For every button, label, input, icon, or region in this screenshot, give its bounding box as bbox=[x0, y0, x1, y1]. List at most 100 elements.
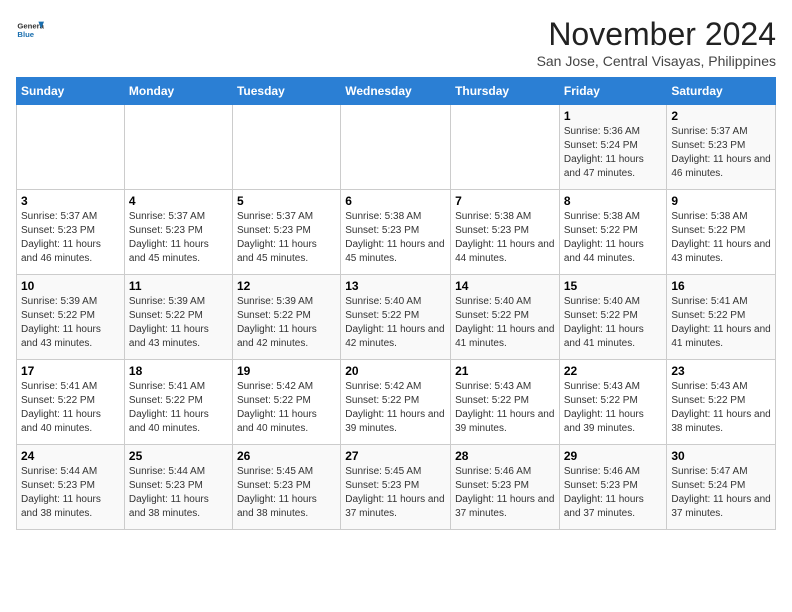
day-info: Sunrise: 5:42 AM Sunset: 5:22 PM Dayligh… bbox=[237, 380, 336, 436]
day-info: Sunrise: 5:43 AM Sunset: 5:22 PM Dayligh… bbox=[564, 380, 663, 436]
day-info: Sunrise: 5:39 AM Sunset: 5:22 PM Dayligh… bbox=[129, 295, 228, 351]
day-info: Sunrise: 5:37 AM Sunset: 5:23 PM Dayligh… bbox=[671, 125, 771, 181]
day-number: 15 bbox=[564, 279, 663, 293]
day-info: Sunrise: 5:38 AM Sunset: 5:22 PM Dayligh… bbox=[671, 210, 771, 266]
col-header-monday: Monday bbox=[124, 78, 232, 105]
day-info: Sunrise: 5:42 AM Sunset: 5:22 PM Dayligh… bbox=[345, 380, 446, 436]
day-info: Sunrise: 5:41 AM Sunset: 5:22 PM Dayligh… bbox=[671, 295, 771, 351]
calendar-cell: 15 Sunrise: 5:40 AM Sunset: 5:22 PM Dayli… bbox=[559, 275, 667, 360]
day-number: 20 bbox=[345, 364, 446, 378]
calendar-cell bbox=[232, 105, 340, 190]
calendar-cell: 25Sunrise: 5:44 AM Sunset: 5:23 PM Dayli… bbox=[124, 445, 232, 530]
calendar-cell: 28 Sunrise: 5:46 AM Sunset: 5:23 PM Dayli… bbox=[451, 445, 560, 530]
day-info: Sunrise: 5:44 AM Sunset: 5:23 PM Dayligh… bbox=[21, 465, 120, 521]
day-number: 23 bbox=[671, 364, 771, 378]
day-info: Sunrise: 5:38 AM Sunset: 5:23 PM Dayligh… bbox=[345, 210, 446, 266]
title-block: November 2024 San Jose, Central Visayas,… bbox=[537, 16, 776, 69]
day-number: 12 bbox=[237, 279, 336, 293]
calendar-cell: 12Sunrise: 5:39 AM Sunset: 5:22 PM Dayli… bbox=[232, 275, 340, 360]
day-number: 3 bbox=[21, 194, 120, 208]
calendar-cell: 5 Sunrise: 5:37 AM Sunset: 5:23 PM Daylig… bbox=[232, 190, 340, 275]
calendar-cell: 1Sunrise: 5:36 AM Sunset: 5:24 PM Daylig… bbox=[559, 105, 667, 190]
day-number: 2 bbox=[671, 109, 771, 123]
calendar-cell: 9 Sunrise: 5:38 AM Sunset: 5:22 PM Daylig… bbox=[667, 190, 776, 275]
day-number: 4 bbox=[129, 194, 228, 208]
col-header-saturday: Saturday bbox=[667, 78, 776, 105]
day-number: 28 bbox=[455, 449, 555, 463]
calendar-cell: 13 Sunrise: 5:40 AM Sunset: 5:22 PM Dayli… bbox=[341, 275, 451, 360]
calendar-cell bbox=[17, 105, 125, 190]
svg-text:Blue: Blue bbox=[17, 30, 34, 39]
calendar-cell: 2 Sunrise: 5:37 AM Sunset: 5:23 PM Daylig… bbox=[667, 105, 776, 190]
calendar-cell: 21Sunrise: 5:43 AM Sunset: 5:22 PM Dayli… bbox=[451, 360, 560, 445]
col-header-sunday: Sunday bbox=[17, 78, 125, 105]
day-number: 11 bbox=[129, 279, 228, 293]
calendar-cell: 27 Sunrise: 5:45 AM Sunset: 5:23 PM Dayli… bbox=[341, 445, 451, 530]
day-number: 8 bbox=[564, 194, 663, 208]
calendar-week-2: 3 Sunrise: 5:37 AM Sunset: 5:23 PM Daylig… bbox=[17, 190, 776, 275]
day-info: Sunrise: 5:38 AM Sunset: 5:22 PM Dayligh… bbox=[564, 210, 663, 266]
day-number: 30 bbox=[671, 449, 771, 463]
col-header-tuesday: Tuesday bbox=[232, 78, 340, 105]
day-info: Sunrise: 5:44 AM Sunset: 5:23 PM Dayligh… bbox=[129, 465, 228, 521]
day-info: Sunrise: 5:47 AM Sunset: 5:24 PM Dayligh… bbox=[671, 465, 771, 521]
main-title: November 2024 bbox=[537, 16, 776, 53]
day-info: Sunrise: 5:43 AM Sunset: 5:22 PM Dayligh… bbox=[455, 380, 555, 436]
day-number: 19 bbox=[237, 364, 336, 378]
calendar-cell: 23 Sunrise: 5:43 AM Sunset: 5:22 PM Dayli… bbox=[667, 360, 776, 445]
calendar-cell: 17 Sunrise: 5:41 AM Sunset: 5:22 PM Dayli… bbox=[17, 360, 125, 445]
calendar-cell: 8 Sunrise: 5:38 AM Sunset: 5:22 PM Daylig… bbox=[559, 190, 667, 275]
day-info: Sunrise: 5:45 AM Sunset: 5:23 PM Dayligh… bbox=[345, 465, 446, 521]
col-header-thursday: Thursday bbox=[451, 78, 560, 105]
day-number: 26 bbox=[237, 449, 336, 463]
day-info: Sunrise: 5:46 AM Sunset: 5:23 PM Dayligh… bbox=[564, 465, 663, 521]
day-number: 18 bbox=[129, 364, 228, 378]
calendar-cell: 20 Sunrise: 5:42 AM Sunset: 5:22 PM Dayli… bbox=[341, 360, 451, 445]
day-info: Sunrise: 5:37 AM Sunset: 5:23 PM Dayligh… bbox=[237, 210, 336, 266]
calendar-week-3: 10 Sunrise: 5:39 AM Sunset: 5:22 PM Dayli… bbox=[17, 275, 776, 360]
day-info: Sunrise: 5:40 AM Sunset: 5:22 PM Dayligh… bbox=[455, 295, 555, 351]
day-number: 9 bbox=[671, 194, 771, 208]
day-info: Sunrise: 5:43 AM Sunset: 5:22 PM Dayligh… bbox=[671, 380, 771, 436]
day-number: 14 bbox=[455, 279, 555, 293]
day-number: 17 bbox=[21, 364, 120, 378]
day-number: 29 bbox=[564, 449, 663, 463]
calendar-week-5: 24 Sunrise: 5:44 AM Sunset: 5:23 PM Dayli… bbox=[17, 445, 776, 530]
calendar-cell: 24 Sunrise: 5:44 AM Sunset: 5:23 PM Dayli… bbox=[17, 445, 125, 530]
day-info: Sunrise: 5:37 AM Sunset: 5:23 PM Dayligh… bbox=[21, 210, 120, 266]
calendar-header-row: SundayMondayTuesdayWednesdayThursdayFrid… bbox=[17, 78, 776, 105]
col-header-wednesday: Wednesday bbox=[341, 78, 451, 105]
logo: General Blue bbox=[16, 16, 44, 44]
day-info: Sunrise: 5:41 AM Sunset: 5:22 PM Dayligh… bbox=[21, 380, 120, 436]
calendar-cell: 4 Sunrise: 5:37 AM Sunset: 5:23 PM Daylig… bbox=[124, 190, 232, 275]
calendar-cell: 16 Sunrise: 5:41 AM Sunset: 5:22 PM Dayli… bbox=[667, 275, 776, 360]
day-info: Sunrise: 5:37 AM Sunset: 5:23 PM Dayligh… bbox=[129, 210, 228, 266]
day-number: 24 bbox=[21, 449, 120, 463]
calendar-cell bbox=[341, 105, 451, 190]
day-info: Sunrise: 5:41 AM Sunset: 5:22 PM Dayligh… bbox=[129, 380, 228, 436]
day-info: Sunrise: 5:46 AM Sunset: 5:23 PM Dayligh… bbox=[455, 465, 555, 521]
day-number: 7 bbox=[455, 194, 555, 208]
calendar-cell: 30 Sunrise: 5:47 AM Sunset: 5:24 PM Dayli… bbox=[667, 445, 776, 530]
day-number: 27 bbox=[345, 449, 446, 463]
day-number: 5 bbox=[237, 194, 336, 208]
calendar-cell: 10 Sunrise: 5:39 AM Sunset: 5:22 PM Dayli… bbox=[17, 275, 125, 360]
logo-icon: General Blue bbox=[16, 16, 44, 44]
calendar-cell: 26Sunrise: 5:45 AM Sunset: 5:23 PM Dayli… bbox=[232, 445, 340, 530]
day-info: Sunrise: 5:39 AM Sunset: 5:22 PM Dayligh… bbox=[21, 295, 120, 351]
day-info: Sunrise: 5:40 AM Sunset: 5:22 PM Dayligh… bbox=[564, 295, 663, 351]
col-header-friday: Friday bbox=[559, 78, 667, 105]
calendar-week-1: 1Sunrise: 5:36 AM Sunset: 5:24 PM Daylig… bbox=[17, 105, 776, 190]
day-number: 16 bbox=[671, 279, 771, 293]
calendar-cell: 22Sunrise: 5:43 AM Sunset: 5:22 PM Dayli… bbox=[559, 360, 667, 445]
calendar-week-4: 17 Sunrise: 5:41 AM Sunset: 5:22 PM Dayli… bbox=[17, 360, 776, 445]
calendar-cell: 3 Sunrise: 5:37 AM Sunset: 5:23 PM Daylig… bbox=[17, 190, 125, 275]
day-info: Sunrise: 5:36 AM Sunset: 5:24 PM Dayligh… bbox=[564, 125, 663, 181]
day-number: 10 bbox=[21, 279, 120, 293]
calendar-cell: 6Sunrise: 5:38 AM Sunset: 5:23 PM Daylig… bbox=[341, 190, 451, 275]
calendar-cell: 14 Sunrise: 5:40 AM Sunset: 5:22 PM Dayli… bbox=[451, 275, 560, 360]
calendar-cell: 11 Sunrise: 5:39 AM Sunset: 5:22 PM Dayli… bbox=[124, 275, 232, 360]
page-header: General Blue November 2024 San Jose, Cen… bbox=[16, 16, 776, 69]
day-number: 13 bbox=[345, 279, 446, 293]
day-info: Sunrise: 5:40 AM Sunset: 5:22 PM Dayligh… bbox=[345, 295, 446, 351]
